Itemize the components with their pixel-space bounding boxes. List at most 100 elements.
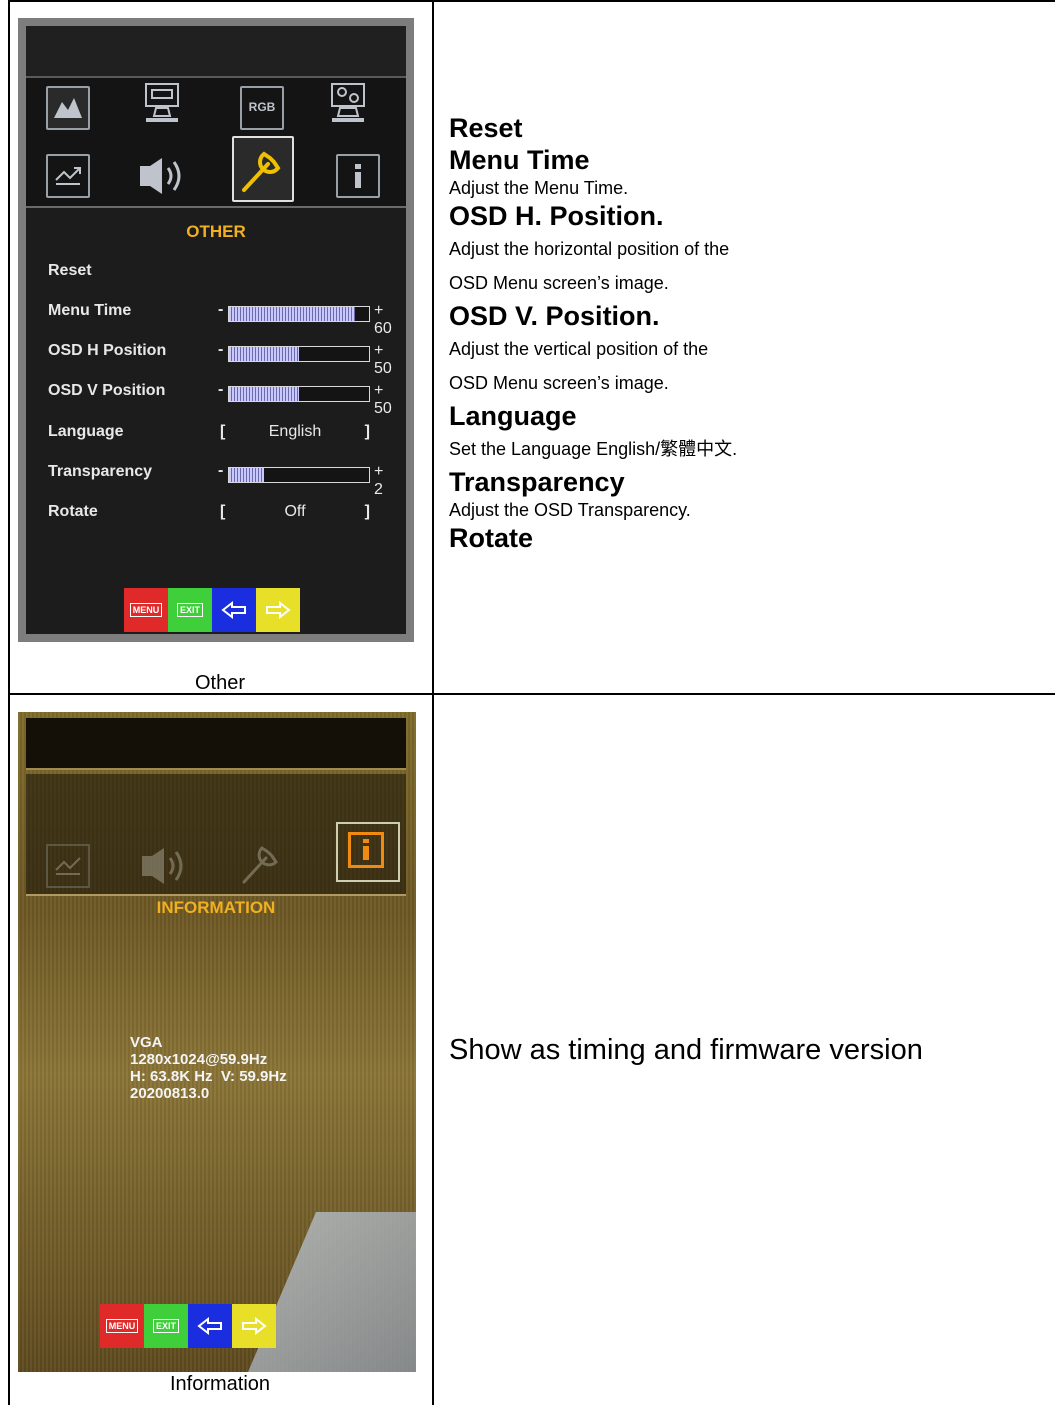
language-label: Language [48,423,124,440]
menu-time-heading: Menu Time [449,145,590,175]
minus-sign: - [218,301,224,318]
osd-other-photo: RGB OTHER Reset Menu Time - + 60 OSD H P… [18,18,414,642]
menu-button[interactable]: MENU [100,1304,144,1348]
signal-type: VGA [130,1034,163,1051]
osd-icon-grid: RGB [26,78,406,208]
osd-v-position-value: + 50 [374,382,392,417]
left-arrow-icon [197,1317,222,1335]
exit-button-label: EXIT [176,603,203,617]
menu-time-slider[interactable] [228,306,370,322]
osd-v-position-heading: OSD V. Position. [449,301,660,331]
info-icon [348,832,384,868]
osd-h-position-value: + 50 [374,342,392,377]
timing-info: VGA 1280x1024@59.9Hz H: 63.8K Hz V: 59.9… [130,1034,287,1102]
osd-h-position-heading: OSD H. Position. [449,201,664,231]
reset-heading: Reset [449,113,523,143]
info-icon [336,154,380,198]
transparency-row[interactable]: Transparency - + 2 [48,462,388,498]
audio-icon [134,154,194,198]
menu-button-label: MENU [105,1319,139,1333]
wrench-icon [236,836,286,890]
rotate-label: Rotate [48,503,98,520]
left-arrow-icon [221,601,246,619]
right-arrow-icon [266,601,291,619]
exit-button[interactable]: EXIT [144,1304,188,1348]
transparency-label: Transparency [48,463,153,480]
color-adjust-icon [326,82,370,128]
menu-time-text: Adjust the Menu Time. [449,178,629,198]
language-value: English [268,423,322,440]
menu-time-value: + 60 [374,302,392,337]
rgb-icon: RGB [240,86,284,130]
minus-sign: - [218,341,224,358]
transparency-text: Adjust the OSD Transparency. [449,500,691,520]
information-caption: Information [169,1373,271,1395]
transparency-heading: Transparency [449,467,625,497]
bracket-right: ] [364,423,370,440]
info-icon-selected [336,822,400,882]
osd-h-position-row[interactable]: OSD H Position - + 50 [48,341,392,377]
table-left-border [8,0,10,1405]
table-middle-border [432,0,434,1405]
osd-top-bar [26,718,406,770]
frequency: H: 63.8K Hz V: 59.9Hz [130,1068,287,1085]
rotate-row[interactable]: Rotate [ Off ] [48,503,388,525]
menu-button-label: MENU [129,603,163,617]
osd-information-photo: INFORMATION VGA 1280x1024@59.9Hz H: 63.8… [18,712,416,1372]
osd-top-bar [26,26,406,78]
menu-button[interactable]: MENU [124,588,168,632]
language-text: Set the Language English/繁體中文. [449,439,738,459]
information-description: Show as timing and firmware version [449,1034,923,1066]
osd-v-position-text-2: OSD Menu screen’s image. [449,373,669,393]
audio-icon [136,844,196,888]
slider-fill [229,468,264,482]
exit-button[interactable]: EXIT [168,588,212,632]
rotate-value: Off [284,503,306,520]
bracket-right: ] [364,503,370,520]
osd-screen: RGB OTHER Reset Menu Time - + 60 OSD H P… [26,26,406,634]
transparency-value: + 2 [374,463,384,498]
osd-button-strip: MENU EXIT [100,1304,276,1348]
rotate-heading: Rotate [449,523,534,553]
wrench-icon [232,136,294,202]
slider-fill [229,307,355,321]
right-arrow-button[interactable] [256,588,300,632]
osd-v-position-slider[interactable] [228,386,370,402]
osd-h-position-slider[interactable] [228,346,370,362]
menu-time-row[interactable]: Menu Time - + 60 [48,301,392,337]
input-source-icon [46,154,90,198]
osd-v-position-row[interactable]: OSD V Position - + 50 [48,381,392,417]
osd-menu-title: OTHER [186,222,246,241]
left-arrow-button[interactable] [188,1304,232,1348]
other-caption: Other [194,672,246,694]
right-arrow-icon [242,1317,267,1335]
picture-icon [46,86,90,130]
osd-v-position-label: OSD V Position [48,382,166,399]
input-source-icon [46,844,90,888]
minus-sign: - [218,381,224,398]
right-arrow-button[interactable] [232,1304,276,1348]
slider-fill [229,347,299,361]
osd-button-strip: MENU EXIT [124,588,300,632]
resolution: 1280x1024@59.9Hz [130,1051,268,1068]
table-top-border [8,0,1055,2]
osd-v-position-text-1: Adjust the vertical position of the [449,339,709,359]
reset-label: Reset [48,262,92,279]
transparency-slider[interactable] [228,467,370,483]
other-descriptions: Reset Menu Time Adjust the Menu Time. OS… [449,112,1029,554]
slider-fill [229,387,299,401]
reset-row[interactable]: Reset [48,262,388,284]
menu-time-label: Menu Time [48,302,132,319]
osd-h-position-text-2: OSD Menu screen’s image. [449,273,669,293]
minus-sign: - [218,462,224,479]
rgb-icon-label: RGB [248,100,276,114]
osd-h-position-text-1: Adjust the horizontal position of the [449,239,730,259]
language-row[interactable]: Language [ English ] [48,423,388,445]
left-arrow-button[interactable] [212,588,256,632]
display-icon [140,82,184,128]
exit-button-label: EXIT [152,1319,179,1333]
osd-h-position-label: OSD H Position [48,342,167,359]
firmware-version: 20200813.0 [130,1085,210,1102]
language-heading: Language [449,401,577,431]
osd-menu-title: INFORMATION [156,898,276,917]
